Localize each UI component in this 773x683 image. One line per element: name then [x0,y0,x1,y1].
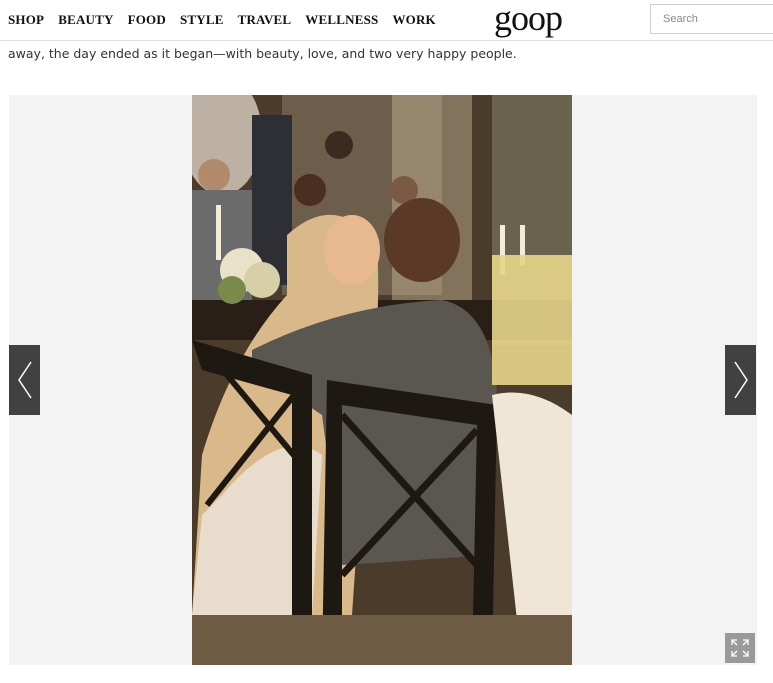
previous-slide-button[interactable] [9,345,40,415]
nav-item-style[interactable]: STYLE [180,12,224,28]
search-input[interactable] [650,4,773,34]
photo-illustration [192,95,572,665]
goop-logo[interactable]: goop [494,0,563,36]
next-slide-button[interactable] [725,345,756,415]
chevron-left-icon [17,361,32,399]
nav-item-beauty[interactable]: BEAUTY [58,12,113,28]
wedding-couple-photo [192,95,572,665]
nav-item-work[interactable]: WORK [392,12,435,28]
expand-icon [731,639,749,657]
article-caption: away, the day ended as it began—with bea… [8,46,517,61]
nav-item-shop[interactable]: SHOP [8,12,44,28]
expand-fullscreen-button[interactable] [725,633,755,663]
category-nav: SHOP BEAUTY FOOD STYLE TRAVEL WELLNESS W… [8,12,450,28]
nav-item-travel[interactable]: TRAVEL [238,12,292,28]
nav-item-food[interactable]: FOOD [128,12,166,28]
nav-item-wellness[interactable]: WELLNESS [305,12,378,28]
photo-slideshow [9,95,757,665]
chevron-right-icon [733,361,748,399]
top-navigation: SHOP BEAUTY FOOD STYLE TRAVEL WELLNESS W… [0,0,773,41]
